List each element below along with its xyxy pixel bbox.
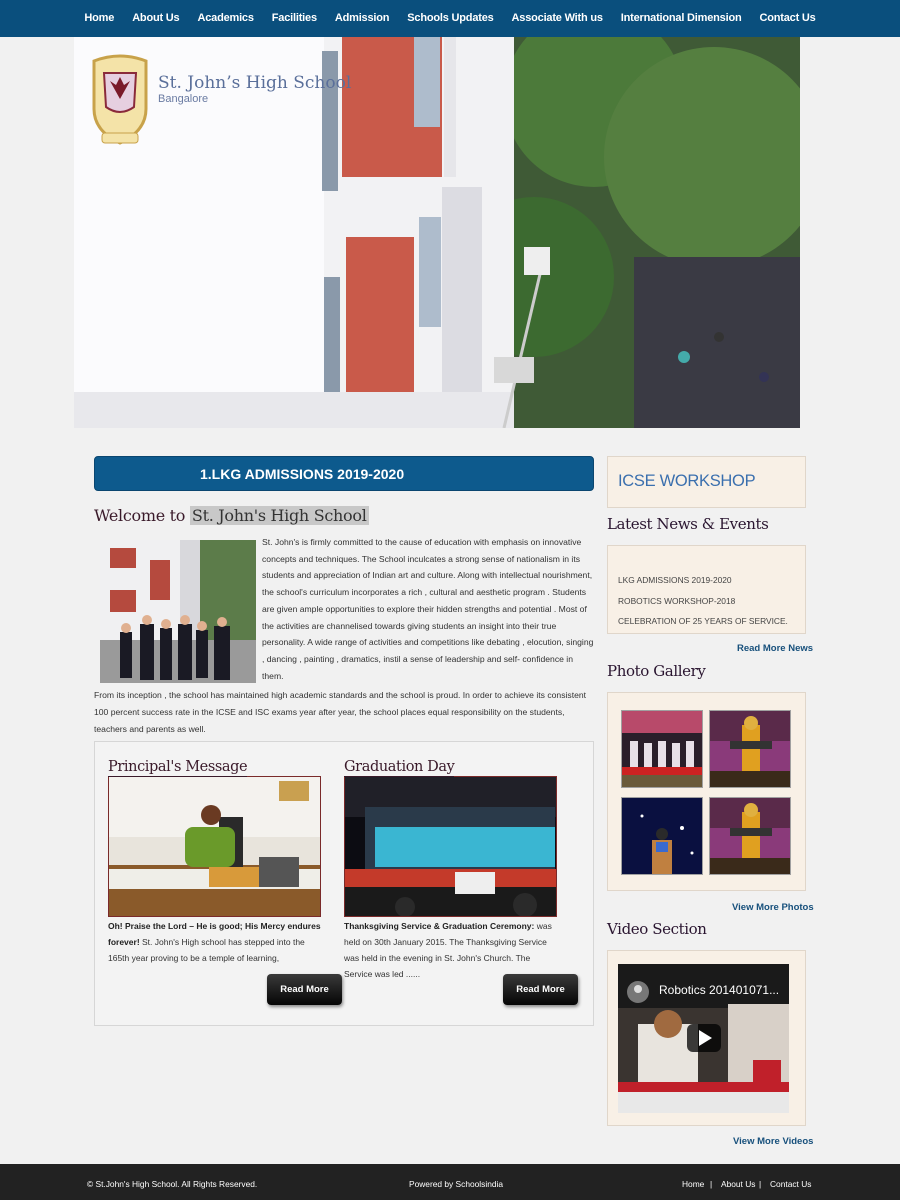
school-logo[interactable]: St. John’s High School Bangalore [88,51,351,153]
principal-photo[interactable] [108,776,321,917]
gallery-thumbnail[interactable] [621,797,703,875]
welcome-text: St. John's is firmly committed to the ca… [94,534,594,740]
video-section: Robotics 201401071... [607,950,806,1126]
welcome-prefix: Welcome to [94,506,190,525]
nav-home[interactable]: Home [75,0,123,37]
footer-copyright: © St.John's High School. All Rights Rese… [87,1179,258,1189]
footer-link-about-us[interactable]: About Us [721,1179,755,1189]
footer: © St.John's High School. All Rights Rese… [0,1164,900,1200]
view-more-photos-link[interactable]: View More Photos [732,902,814,913]
video-player[interactable]: Robotics 201401071... [618,964,789,1113]
top-navigation: Home About Us Academics Facilities Admis… [0,0,900,37]
principal-title[interactable]: Principal's Message [108,758,248,777]
welcome-heading: Welcome to St. John's High School [94,506,369,525]
video-title: Robotics 201401071... [659,983,780,997]
school-name: St. John’s High School [158,73,352,93]
nav-international-dimension[interactable]: International Dimension [612,0,751,37]
nav-admission[interactable]: Admission [326,0,398,37]
school-city: Bangalore [158,93,209,105]
photo-gallery [607,692,806,891]
nav-schools-updates[interactable]: Schools Updates [398,0,502,37]
welcome-paragraph-2: From its inception , the school has main… [94,690,587,734]
news-item[interactable]: LKG ADMISSIONS 2019-2020 [618,570,795,591]
gallery-thumbnail[interactable] [709,710,791,788]
footer-link-home[interactable]: Home [682,1179,704,1189]
gallery-thumbnail[interactable] [621,710,703,788]
read-more-news-link[interactable]: Read More News [737,643,813,654]
news-list: LKG ADMISSIONS 2019-2020 ROBOTICS WORKSH… [607,545,806,634]
nav-contact-us[interactable]: Contact Us [751,0,825,37]
graduation-read-more-button[interactable]: Read More [503,974,578,1005]
footer-link-contact-us[interactable]: Contact Us [770,1179,811,1189]
nav-about-us[interactable]: About Us [123,0,188,37]
footer-separator: | [759,1179,762,1189]
school-crest-icon [92,54,148,145]
view-more-videos-link[interactable]: View More Videos [733,1136,813,1147]
principal-summary: Oh! Praise the Lord – He is good; His Me… [108,918,323,966]
gallery-thumbnail[interactable] [709,797,791,875]
graduation-title[interactable]: Graduation Day [344,758,455,777]
graduation-lead: Thanksgiving Service & Graduation Ceremo… [344,921,535,931]
nav-associate-with-us[interactable]: Associate With us [503,0,612,37]
footer-separator: | [710,1179,713,1189]
photo-gallery-heading: Photo Gallery [607,662,706,680]
video-section-heading: Video Section [607,920,707,938]
principal-card: Principal's Message Oh! Praise the Lord … [108,758,323,966]
nav-facilities[interactable]: Facilities [263,0,326,37]
icse-workshop-link[interactable]: ICSE WORKSHOP [607,456,806,508]
graduation-card: Graduation Day Thanksgiving Service & Gr… [344,758,559,982]
nav-academics[interactable]: Academics [188,0,262,37]
admissions-banner[interactable]: 1.LKG ADMISSIONS 2019-2020 [94,456,594,491]
news-item[interactable]: CELEBRATION OF 25 YEARS OF SERVICE. [618,611,795,632]
students-photo [100,540,256,683]
latest-news-heading: Latest News & Events [607,515,769,533]
footer-powered-by[interactable]: Powered by Schoolsindia [409,1179,503,1189]
welcome-highlight: St. John's High School [189,506,369,525]
principal-read-more-button[interactable]: Read More [267,974,342,1005]
hero-image: St. John’s High School Bangalore [74,37,800,428]
graduation-summary: Thanksgiving Service & Graduation Ceremo… [344,918,559,982]
feature-panel: Principal's Message Oh! Praise the Lord … [94,741,594,1026]
news-item[interactable]: ROBOTICS WORKSHOP-2018 [618,591,795,612]
graduation-photo[interactable] [344,776,557,917]
